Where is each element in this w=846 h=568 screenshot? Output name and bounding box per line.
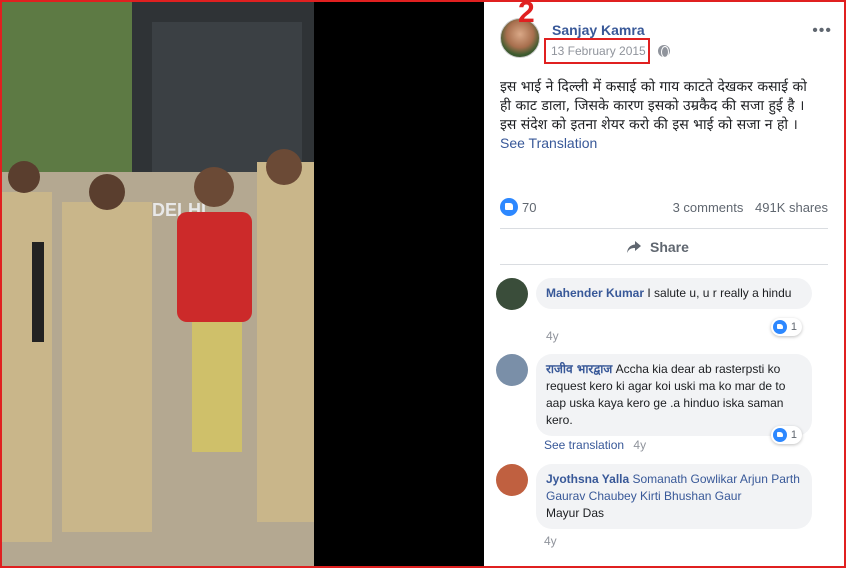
comment: राजीव भारद्वाज Accha kia dear ab rasterp… [496, 354, 812, 454]
commenter-avatar[interactable] [496, 278, 528, 310]
post-date[interactable]: 13 February 2015 [551, 44, 646, 58]
post-text: इस भाई ने दिल्ली में कसाई को गाय काटते द… [500, 78, 832, 135]
comments-section: Mahender Kumar I salute u, u r really a … [486, 270, 842, 566]
comment-reactions[interactable]: 1 [770, 318, 802, 336]
comment-time[interactable]: 4y [633, 438, 646, 452]
reactions-summary[interactable]: 70 [500, 198, 536, 216]
annotation-marker: 2 [518, 0, 535, 29]
comment-bubble: राजीव भारद्वाज Accha kia dear ab rasterp… [536, 354, 812, 436]
post-photo[interactable]: DELHI [2, 2, 314, 566]
comment-time[interactable]: 4y [544, 534, 557, 548]
comment-reactions[interactable]: 1 [770, 426, 802, 444]
comment-reaction-count: 1 [790, 321, 797, 333]
comment-meta: See translation 4y [544, 438, 646, 452]
like-icon [772, 428, 787, 442]
comments-count[interactable]: 3 comments [673, 200, 744, 215]
divider [500, 264, 828, 265]
share-arrow-icon [626, 240, 642, 254]
more-options-icon[interactable]: ••• [812, 22, 832, 40]
post-stats: 3 comments 491K shares [673, 200, 828, 215]
globe-icon [658, 45, 670, 58]
post-text-line: इस भाई ने दिल्ली में कसाई को गाय काटते द… [500, 79, 807, 95]
author-name[interactable]: Sanjay Kamra [552, 22, 645, 38]
post-text-line: इस संदेश को इतना शेयर करो की इस भाई को स… [500, 117, 798, 133]
like-icon [772, 320, 787, 334]
post-text-line: ही काट डाला, जिसके कारण इसको उम्रकैद की … [500, 98, 805, 114]
comment-reaction-count: 1 [790, 429, 797, 441]
shares-count[interactable]: 491K shares [755, 200, 828, 215]
divider [500, 228, 828, 229]
comment-meta: 4y [546, 329, 559, 343]
photo-scene: DELHI [2, 2, 314, 566]
like-icon [500, 198, 518, 216]
reaction-count: 70 [522, 199, 537, 215]
share-button[interactable]: Share [626, 239, 689, 255]
see-translation-link[interactable]: See Translation [500, 135, 597, 151]
commenter-avatar[interactable] [496, 354, 528, 386]
comment: Mahender Kumar I salute u, u r really a … [496, 278, 812, 343]
share-label: Share [650, 239, 689, 255]
comment-bubble: Jyothsna Yalla Somanath Gowlikar Arjun P… [536, 464, 812, 529]
comment-see-translation-link[interactable]: See translation [544, 438, 624, 452]
commenter-name[interactable]: राजीव भारद्वाज [546, 362, 612, 376]
comment-time[interactable]: 4y [546, 329, 559, 343]
comment: Jyothsna Yalla Somanath Gowlikar Arjun P… [496, 464, 812, 554]
comment-text: Mayur Das [546, 506, 605, 520]
commenter-name[interactable]: Mahender Kumar [546, 286, 644, 300]
post-panel: 2 Sanjay Kamra 13 February 2015 ••• इस भ… [486, 0, 842, 566]
comment-meta: 4y [544, 534, 557, 548]
commenter-avatar[interactable] [496, 464, 528, 496]
comment-bubble: Mahender Kumar I salute u, u r really a … [536, 278, 812, 309]
photo-viewer[interactable]: DELHI [2, 2, 484, 566]
commenter-name[interactable]: Jyothsna Yalla [546, 472, 629, 486]
comment-text: I salute u, u r really a hindu [647, 286, 792, 300]
